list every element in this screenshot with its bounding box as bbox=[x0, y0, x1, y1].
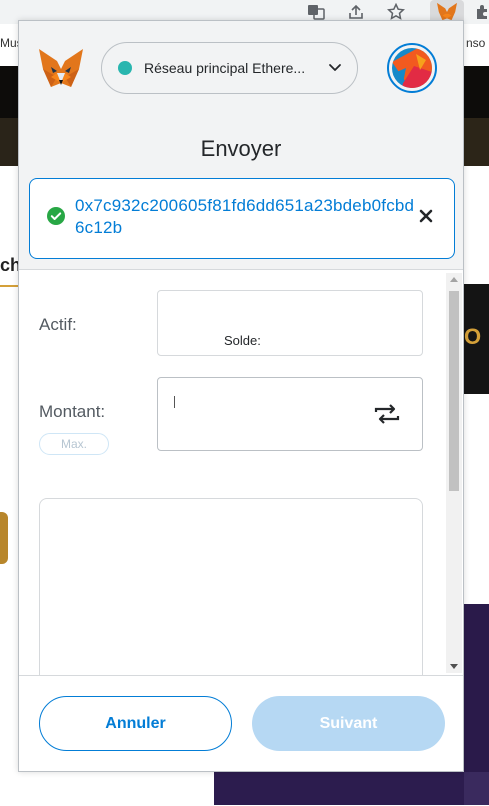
header-divider bbox=[19, 269, 463, 270]
background-tab-underline bbox=[0, 285, 20, 287]
background-page-side bbox=[464, 118, 489, 166]
next-button[interactable]: Suivant bbox=[252, 696, 445, 751]
account-identicon bbox=[392, 48, 432, 88]
metamask-logo-icon[interactable] bbox=[37, 47, 85, 91]
scroll-up-arrow-icon[interactable] bbox=[450, 277, 458, 282]
asset-selector[interactable]: Solde: bbox=[157, 290, 423, 356]
background-right-text: O bbox=[464, 324, 482, 349]
scroll-down-arrow-icon[interactable] bbox=[450, 664, 458, 669]
metamask-popup: Réseau principal Ethere... Envoyer 0x7c9… bbox=[18, 20, 464, 772]
hex-data-field[interactable] bbox=[39, 498, 423, 698]
network-selector[interactable]: Réseau principal Ethere... bbox=[101, 42, 358, 94]
background-right-image bbox=[464, 604, 489, 774]
bookmark-item-right[interactable]: nso bbox=[466, 36, 485, 50]
scrollbar[interactable] bbox=[446, 273, 462, 673]
account-avatar[interactable] bbox=[387, 43, 437, 93]
share-icon[interactable] bbox=[346, 2, 366, 22]
recipient-address: 0x7c932c200605f81fd6dd651a23bdeb0fcbd6c1… bbox=[75, 196, 415, 237]
page-title: Envoyer bbox=[200, 136, 282, 161]
bookmark-star-icon[interactable] bbox=[386, 2, 406, 22]
swap-currency-icon[interactable] bbox=[372, 402, 402, 426]
popup-footer: Annuler Suivant bbox=[19, 675, 463, 771]
background-page-stripe bbox=[0, 118, 20, 166]
puzzle-icon[interactable] bbox=[472, 2, 489, 22]
network-label: Réseau principal Ethere... bbox=[144, 60, 306, 76]
amount-label: Montant: bbox=[39, 402, 106, 421]
cancel-button[interactable]: Annuler bbox=[39, 696, 232, 751]
network-status-dot bbox=[118, 61, 132, 75]
close-icon[interactable] bbox=[418, 208, 434, 224]
amount-input[interactable] bbox=[157, 377, 423, 451]
check-circle-icon bbox=[47, 207, 65, 225]
chevron-down-icon bbox=[329, 64, 341, 71]
popup-header-area: Réseau principal Ethere... Envoyer 0x7c9… bbox=[19, 21, 463, 269]
background-bottom-image-2 bbox=[464, 772, 489, 805]
text-caret bbox=[174, 396, 175, 408]
scrollbar-thumb[interactable] bbox=[449, 291, 459, 491]
background-right-panel: O bbox=[464, 284, 489, 394]
background-gold-button bbox=[0, 512, 8, 564]
background-bottom-image bbox=[214, 772, 464, 805]
recipient-address-box: 0x7c932c200605f81fd6dd651a23bdeb0fcbd6c1… bbox=[29, 178, 455, 259]
balance-label: Solde: bbox=[224, 333, 261, 348]
translate-icon[interactable] bbox=[306, 2, 326, 22]
max-button[interactable]: Max. bbox=[39, 433, 109, 455]
asset-label: Actif: bbox=[39, 315, 77, 334]
metamask-fox-icon bbox=[437, 2, 457, 21]
